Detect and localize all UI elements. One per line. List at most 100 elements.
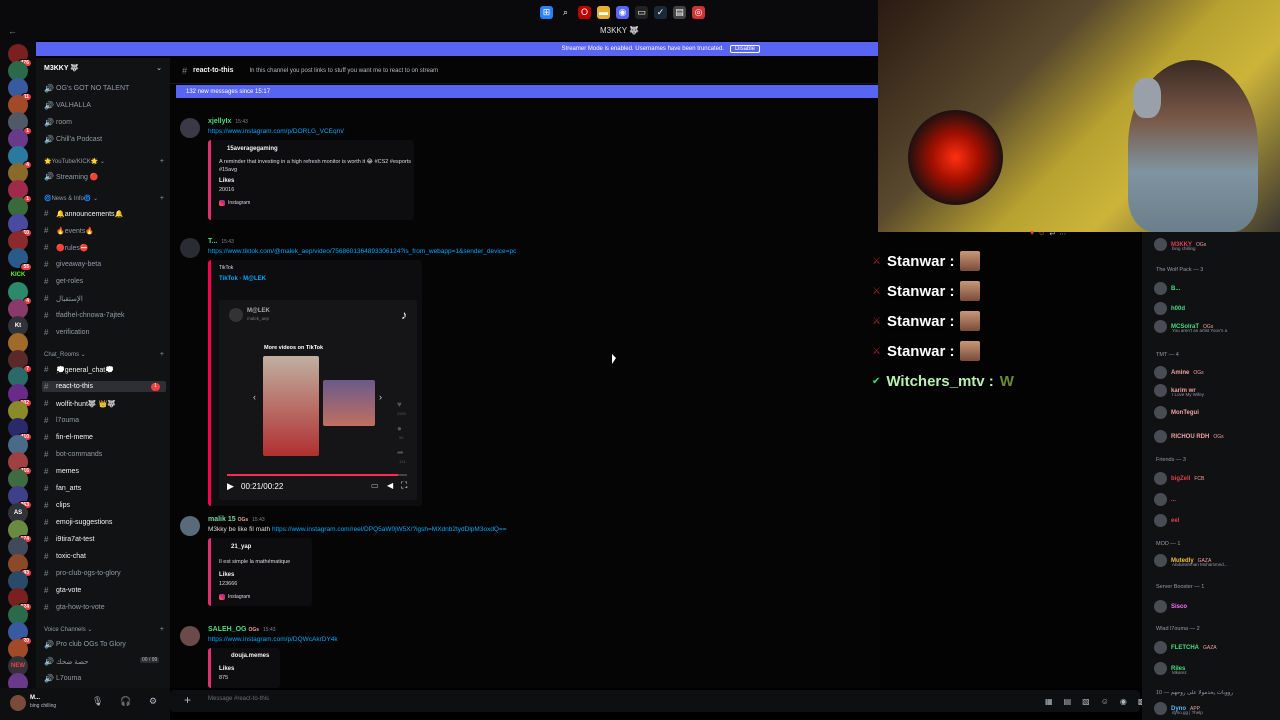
steam-icon[interactable]: ✓ [654, 5, 667, 19]
captions-icon[interactable]: ▭ [371, 481, 379, 490]
play-icon[interactable]: ▶ [227, 481, 234, 492]
voice-channel-item[interactable]: 🔊 حصة ضحك [44, 656, 88, 667]
chevron-left-icon[interactable]: ‹ [253, 392, 256, 402]
add-attachment-icon[interactable]: + [184, 693, 191, 707]
fullscreen-icon[interactable]: ⛶ [401, 480, 407, 491]
voice-channel-item[interactable]: 🔊 Pro club OGs To Glory [44, 639, 126, 650]
add-channel-icon[interactable]: + [160, 158, 164, 165]
sticker-icon[interactable]: ▧ [1082, 697, 1090, 706]
channel-item[interactable]: # verification [44, 327, 89, 338]
channel-category[interactable]: 🌀News & Info🌀 ⌄ + [44, 195, 164, 202]
member-item[interactable]: MonTegui [1154, 406, 1199, 419]
voice-channel-item[interactable]: 🔊 Chill'a Podcast [44, 134, 102, 145]
apps-icon[interactable]: ◉ [1120, 697, 1127, 706]
embed-title[interactable]: TikTok · M@LEK [219, 276, 266, 282]
message-composer[interactable]: + Message #react-to-this [170, 690, 1140, 712]
message-link[interactable]: https://www.instagram.com/p/DORLG_VCEqm/ [208, 128, 344, 135]
reply-icon[interactable]: ↩ [1049, 230, 1055, 238]
video-thumbnail[interactable] [263, 356, 319, 456]
gear-icon[interactable]: ⚙ [149, 696, 157, 707]
headphones-icon[interactable]: 🎧 [120, 696, 131, 707]
channel-item[interactable]: # wolfit-hunt🐺 👑🐺 [44, 398, 116, 409]
microphone-icon[interactable]: 🎙 [92, 696, 103, 707]
channel-item[interactable]: # pro-club-ogs-to-glory [44, 568, 121, 579]
channel-item[interactable]: # bot-commands [44, 449, 102, 460]
message-author[interactable]: SALEH_OG OGs 15:43 [208, 626, 276, 633]
channel-item[interactable]: # get-roles [44, 276, 83, 287]
channel-item[interactable]: # fin-el-meme [44, 432, 93, 443]
channel-item[interactable]: # react-to-this 1 [42, 381, 166, 392]
avatar[interactable] [10, 695, 26, 711]
channel-item[interactable]: # giveaway-beta [44, 259, 101, 270]
add-channel-icon[interactable]: + [160, 195, 164, 202]
obs-icon[interactable]: ◎ [692, 5, 705, 19]
app-icon[interactable]: ▤ [673, 5, 686, 19]
chevron-right-icon[interactable]: › [379, 392, 382, 402]
gif-icon[interactable]: ▤ [1064, 697, 1072, 706]
message-link[interactable]: https://www.instagram.com/p/DQWcAkrDY4k [208, 636, 338, 643]
channel-item[interactable]: # fan_arts [44, 483, 81, 494]
avatar[interactable] [180, 516, 200, 536]
message-author[interactable]: T... 15:43 [208, 238, 234, 245]
heart-icon[interactable]: ♥ [1030, 230, 1034, 238]
member-item[interactable]: bigZell FCB [1154, 472, 1204, 485]
channel-category[interactable]: Voice Channels ⌄ + [44, 626, 164, 633]
guild-header[interactable]: M3KKY 🐺 ⌄ [44, 64, 168, 72]
emoji-icon[interactable]: ☺ [1038, 230, 1045, 238]
terminal-icon[interactable]: ▭ [635, 5, 648, 19]
member-item[interactable]: FLETCHA GAZA [1154, 641, 1217, 654]
avatar[interactable] [180, 238, 200, 258]
more-icon[interactable]: ⋯ [1059, 230, 1066, 238]
emoji-icon[interactable]: ☺ [1101, 697, 1109, 706]
gift-icon[interactable]: ▦ [1045, 697, 1053, 706]
member-item[interactable]: h00d [1154, 302, 1185, 315]
disable-button[interactable]: Disable [729, 45, 760, 53]
channel-item[interactable]: # 🔥events🔥 [44, 225, 94, 236]
channel-item[interactable]: # gta-how-to-vote [44, 602, 105, 613]
message-link[interactable]: https://www.tiktok.com/@malek_aep/video/… [208, 248, 516, 255]
channel-item[interactable]: # emoji-suggestions [44, 517, 112, 528]
discord-icon[interactable]: ◉ [616, 5, 629, 19]
channel-category[interactable]: 🌟YouTube/KICK🌟 ⌄ + [44, 158, 164, 165]
add-channel-icon[interactable]: + [160, 626, 164, 633]
voice-channel-item[interactable]: 🔊 Streaming 🔴 [44, 171, 99, 182]
voice-channel-item[interactable]: 🔊 VALHALLA [44, 100, 91, 111]
channel-item[interactable]: # gta-vote [44, 585, 81, 596]
avatar[interactable] [180, 118, 200, 138]
channel-item[interactable]: # 💭general_chat💭 [44, 364, 114, 375]
channel-item[interactable]: # clips [44, 500, 70, 511]
channel-item[interactable]: # الإستقبال [44, 293, 83, 304]
voice-channel-item[interactable]: 🔊 room [44, 117, 72, 128]
avatar[interactable] [180, 626, 200, 646]
member-item[interactable]: eel [1154, 514, 1179, 527]
volume-icon[interactable]: ◀ [387, 481, 393, 490]
search-icon[interactable]: ⌕ [559, 6, 572, 19]
progress-bar[interactable] [227, 474, 407, 476]
message-link[interactable]: https://www.instagram.com/reel/DPQ5aW0jW… [272, 526, 507, 533]
member-item[interactable]: RICHOU RDH OGs [1154, 430, 1224, 443]
embed-author[interactable]: 15averagegaming [227, 146, 278, 152]
member-item[interactable]: Amine OGs [1154, 366, 1204, 379]
member-item[interactable]: B... [1154, 282, 1180, 295]
windows-icon[interactable]: ⊞ [540, 5, 553, 19]
channel-category[interactable]: Chat_Rooms ⌄ + [44, 351, 164, 358]
channel-item[interactable]: # memes [44, 466, 79, 477]
folder-icon[interactable]: ▬ [597, 5, 610, 19]
voice-channel-item[interactable]: 🔊 OG's GOT NO TALENT [44, 83, 129, 94]
member-item[interactable]: ... [1154, 493, 1176, 506]
channel-item[interactable]: # 🔴rules⛔ [44, 242, 89, 253]
channel-item[interactable]: # 🔔announcements🔔 [44, 208, 123, 219]
message-author[interactable]: malik 15 OGs 15:43 [208, 516, 265, 523]
video-player[interactable]: M@LEK malek_aep ♪ More videos on TikTok … [219, 300, 417, 500]
opera-icon[interactable]: O [578, 5, 591, 19]
video-thumbnail[interactable] [323, 380, 375, 426]
channel-item[interactable]: # toxic-chat [44, 551, 86, 562]
new-messages-bar[interactable]: 132 new messages since 15:17 [176, 85, 880, 98]
channel-item[interactable]: # tfadhel-chnowa-7ajtek [44, 310, 125, 321]
channel-item[interactable]: # i9tira7at-test [44, 534, 95, 545]
back-arrow-icon[interactable]: ← [8, 26, 17, 36]
message-author[interactable]: xjellyIx 15:43 [208, 118, 248, 125]
embed-author[interactable]: douja.memes [231, 653, 269, 659]
voice-channel-item[interactable]: 🔊 L7ouma [44, 673, 81, 684]
member-item[interactable]: Sisco [1154, 600, 1187, 613]
